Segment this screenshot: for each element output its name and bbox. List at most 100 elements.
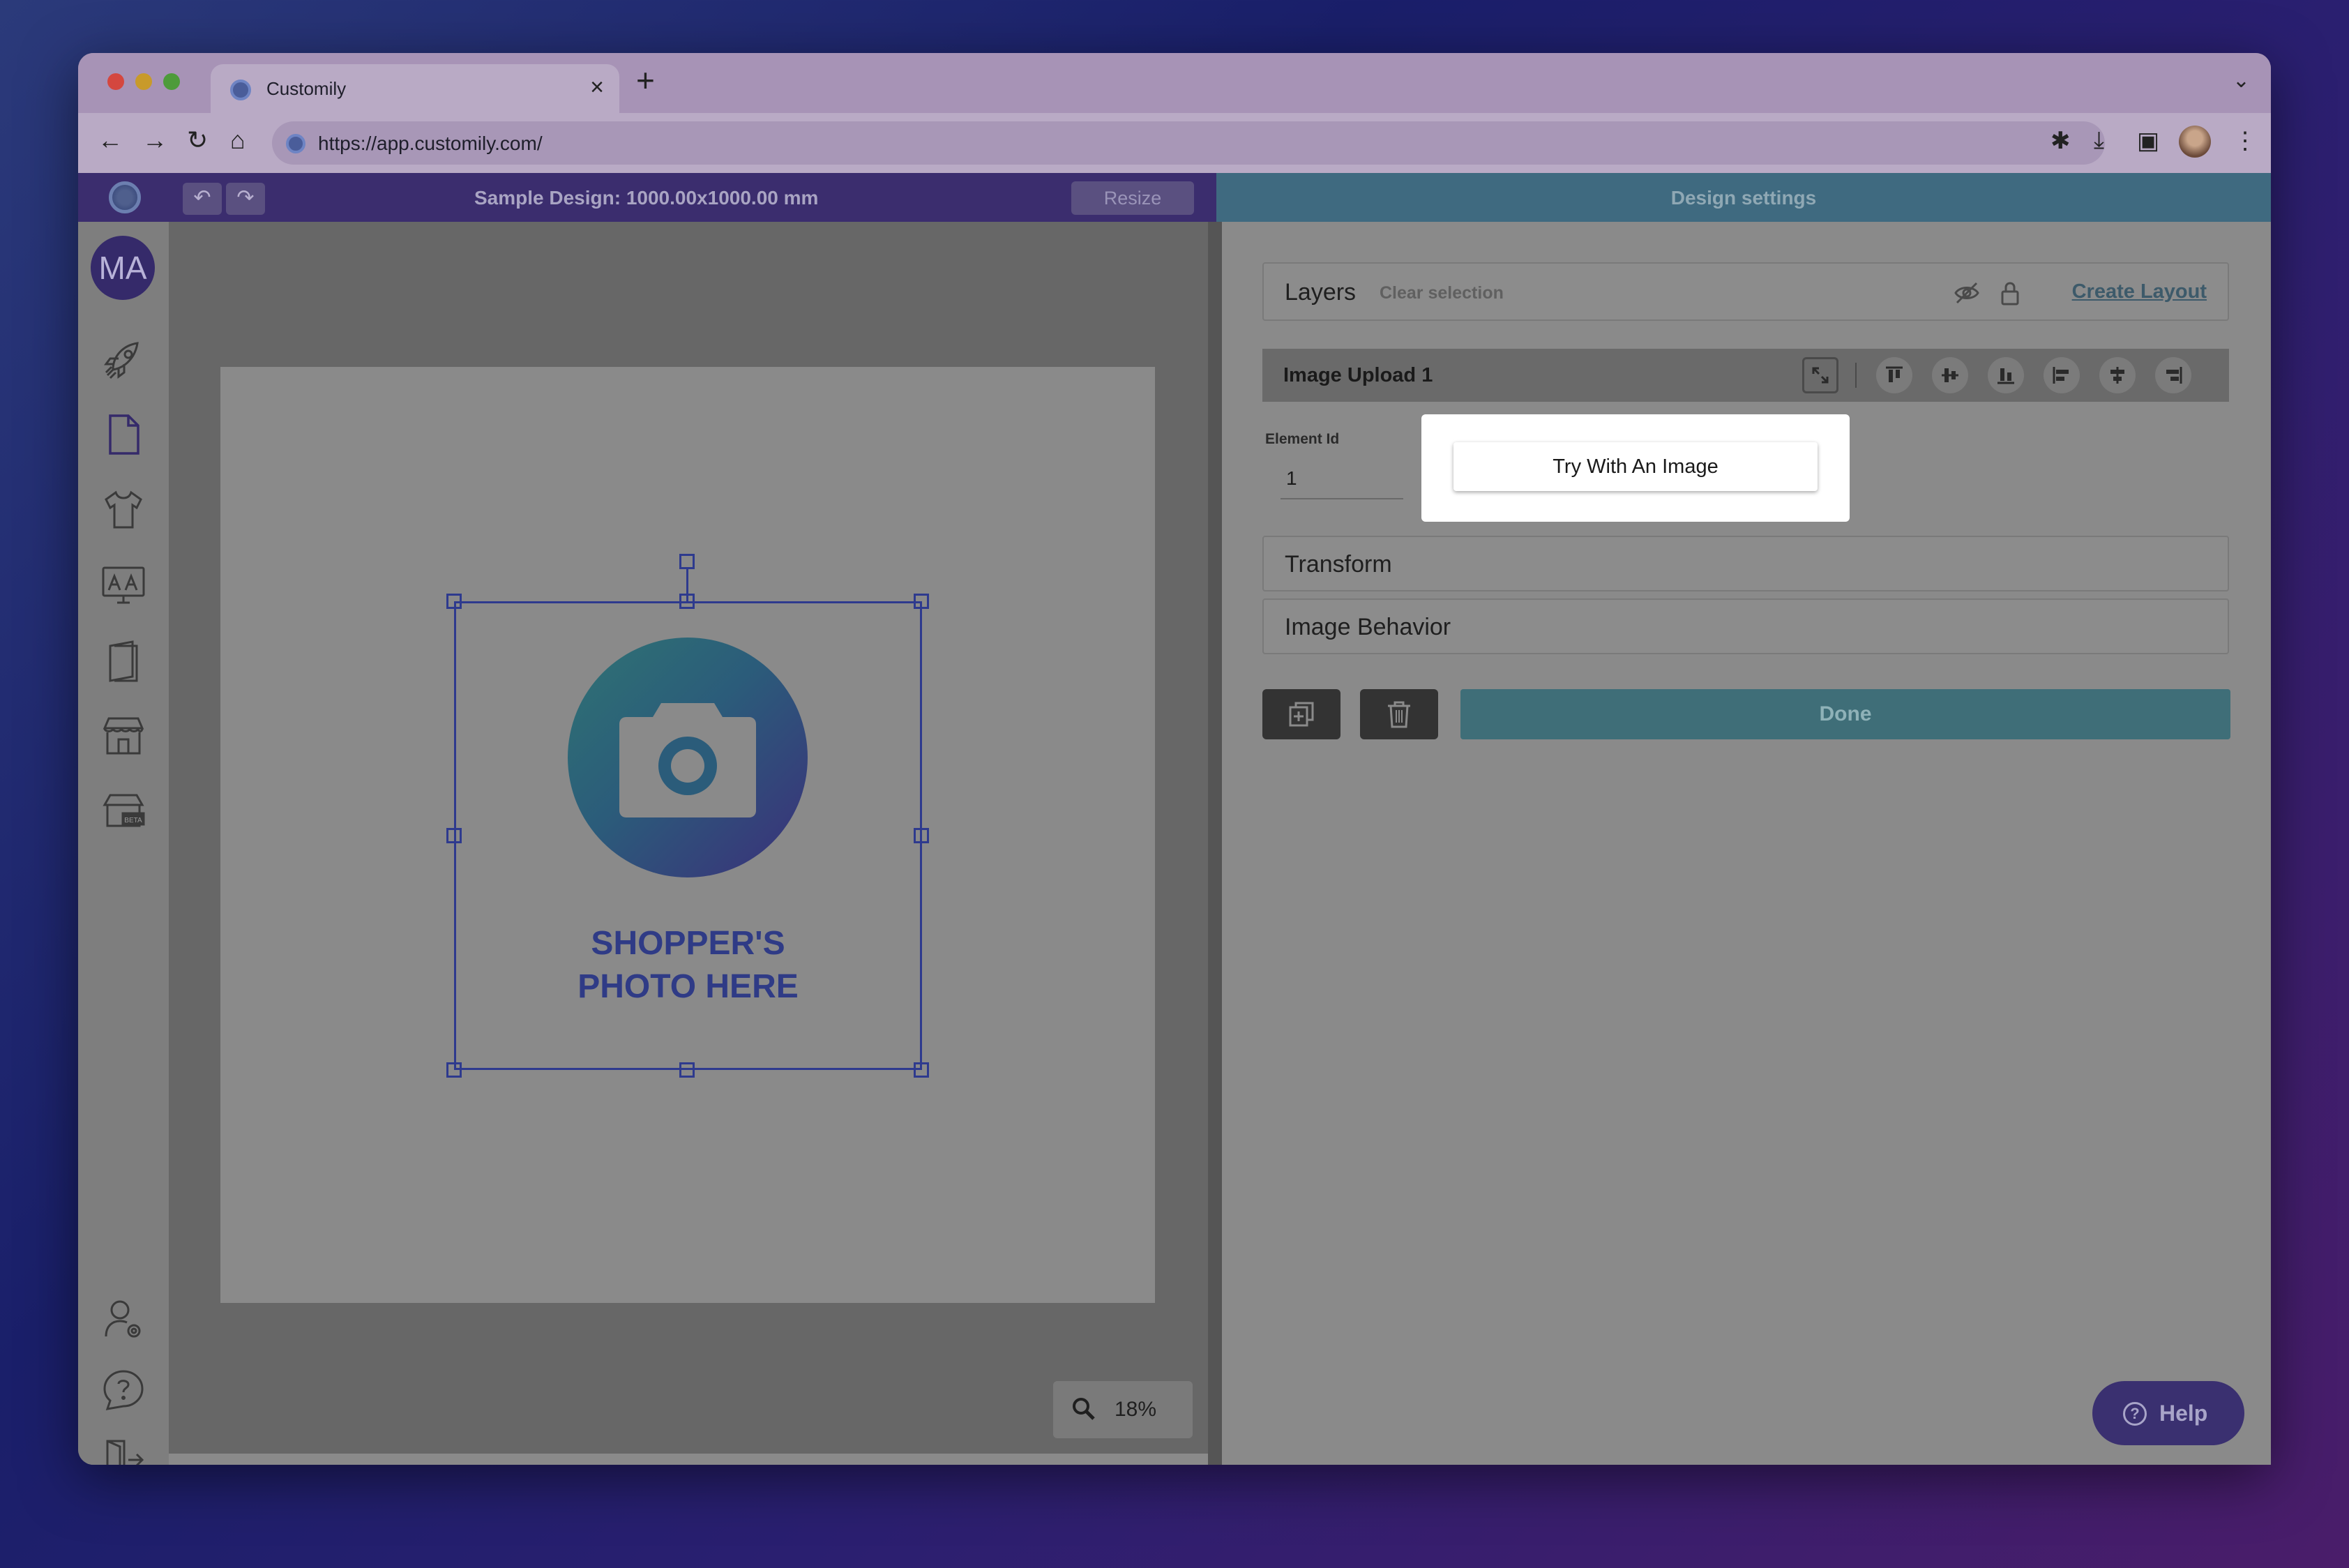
help-chat-icon[interactable] [99,1366,148,1415]
extensions-icon[interactable]: ✱ [2050,127,2071,155]
align-top-icon [1886,366,1903,382]
delete-button[interactable] [1360,689,1438,739]
align-center-button[interactable] [2099,357,2136,393]
resize-handle-l[interactable] [446,828,462,843]
align-right-icon [2166,367,2182,384]
user-avatar[interactable]: MA [91,236,155,300]
try-with-image-button[interactable]: Try With An Image [1453,442,1818,491]
duplicate-icon [1289,702,1314,727]
trash-icon [1388,701,1410,728]
align-bottom-icon [1997,368,2014,384]
resize-handle-r[interactable] [914,828,929,843]
lock-icon[interactable] [1999,279,2021,307]
help-icon: ? [2123,1402,2147,1426]
store-icon[interactable] [99,711,148,760]
fit-to-canvas-button[interactable] [1802,357,1838,393]
tab-bar: Customily × + ⌄ [78,53,2271,113]
design-settings-panel [1222,222,2271,1465]
minimize-window-button[interactable] [135,73,152,90]
left-sidebar: MA BETA [78,222,169,1465]
maximize-window-button[interactable] [163,73,180,90]
duplicate-button[interactable] [1262,689,1340,739]
resize-button[interactable]: Resize [1071,181,1194,215]
transform-section[interactable]: Transform [1262,536,2229,591]
profile-avatar[interactable] [2179,126,2211,158]
user-settings-icon[interactable] [99,1295,148,1343]
image-behavior-section[interactable]: Image Behavior [1262,598,2229,654]
rocket-icon[interactable] [99,335,148,384]
align-left-button[interactable] [2044,357,2080,393]
rotate-handle[interactable] [679,554,695,569]
back-icon[interactable]: ← [98,126,123,155]
canvas-scrollbar[interactable] [1208,222,1222,1465]
home-icon[interactable]: ⌂ [230,126,246,155]
placeholder-text-line1: SHOPPER'S [591,925,785,962]
element-title: Image Upload 1 [1283,364,1433,386]
layers-title: Layers [1285,279,1357,306]
svg-text:BETA: BETA [124,817,142,824]
favicon-icon [230,80,251,100]
address-bar[interactable]: https://app.customily.com/ [272,121,2105,165]
element-id-label: Element Id [1265,431,1340,447]
design-settings-header: Design settings [1216,173,2271,222]
redo-button[interactable]: ↷ [226,183,265,215]
align-middle-button[interactable] [1932,357,1968,393]
element-id-input[interactable]: 1 [1281,458,1403,499]
align-middle-icon [1942,368,1958,382]
tshirt-icon[interactable] [99,485,148,534]
zoom-icon [1073,1398,1095,1420]
design-title: Sample Design: 1000.00x1000.00 mm [474,187,819,209]
photo-placeholder-circle [568,638,808,877]
resize-handle-t[interactable] [679,594,695,609]
resize-handle-tr[interactable] [914,594,929,609]
done-button[interactable]: Done [1460,689,2230,739]
resize-handle-b[interactable] [679,1062,695,1078]
placeholder-text-line2: PHOTO HERE [577,968,799,1005]
tab-close-icon[interactable]: × [590,74,604,101]
align-center-icon [2110,367,2124,384]
clear-selection-link[interactable]: Clear selection [1380,283,1504,303]
app-header: ↶ ↷ Sample Design: 1000.00x1000.00 mm Re… [78,173,1216,222]
align-right-button[interactable] [2155,357,2191,393]
resize-handle-bl[interactable] [446,1062,462,1078]
logout-icon[interactable] [99,1435,148,1465]
zoom-control[interactable]: 18% [1053,1381,1193,1438]
align-bottom-button[interactable] [1988,357,2024,393]
monitor-icon[interactable] [99,561,148,610]
browser-menu-icon[interactable]: ⋮ [2233,127,2257,155]
forward-icon[interactable]: → [142,126,167,155]
transform-label: Transform [1285,551,1392,578]
browser-tab[interactable]: Customily × [211,64,619,113]
undo-button[interactable]: ↶ [183,183,222,215]
expand-icon [1812,367,1829,384]
sidepanel-icon[interactable]: ▣ [2137,127,2159,155]
resize-handle-tl[interactable] [446,594,462,609]
new-tab-button[interactable]: + [636,61,655,99]
download-icon[interactable]: ⤓ [2094,127,2104,154]
create-layout-link[interactable]: Create Layout [2072,280,2207,303]
close-window-button[interactable] [107,73,124,90]
zoom-value: 18% [1115,1398,1157,1421]
visibility-off-icon[interactable] [1953,279,1981,307]
try-image-popover: Try With An Image [1421,414,1850,522]
book-icon[interactable] [99,636,148,685]
browser-toolbar: ← → ↻ ⌂ https://app.customily.com/ ✱ ⤓ ▣… [78,113,2271,173]
resize-handle-br[interactable] [914,1062,929,1078]
customily-logo-icon [109,181,141,213]
align-top-button[interactable] [1876,357,1912,393]
reload-icon[interactable]: ↻ [187,126,208,155]
layers-bar: Layers Clear selection Create Layout [1262,262,2229,321]
site-info-icon[interactable] [286,134,305,153]
tab-menu-button[interactable]: ⌄ [2233,68,2250,93]
design-settings-title: Design settings [1670,187,1817,209]
image-behavior-label: Image Behavior [1285,614,1451,640]
document-icon[interactable] [99,410,148,459]
align-left-icon [2053,367,2069,384]
tab-title: Customily [266,78,347,99]
help-button[interactable]: ? Help [2092,1381,2244,1445]
toolbar-divider [1855,363,1857,388]
camera-icon [619,703,756,817]
element-header-bar: Image Upload 1 [1262,349,2229,402]
url-text: https://app.customily.com/ [318,133,543,154]
store-beta-icon[interactable]: BETA [99,787,148,836]
